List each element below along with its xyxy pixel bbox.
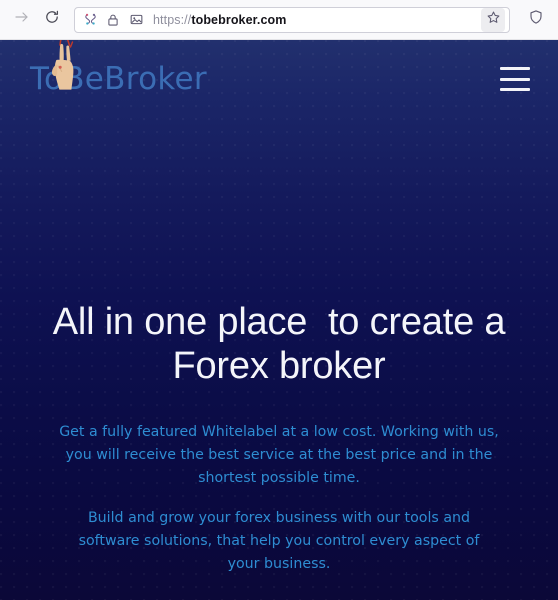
page-viewport: ToBeBroker All in one place to create a … (0, 40, 558, 600)
tracking-protection-icon[interactable] (81, 11, 99, 29)
hero-paragraph-1: Get a fully featured Whitelabel at a low… (59, 424, 499, 487)
site-header: ToBeBroker (0, 40, 558, 118)
hero-paragraph-2: Build and grow your forex business with … (78, 510, 480, 573)
hamburger-line-2 (500, 77, 530, 81)
url-scheme: https:// (153, 12, 192, 27)
reload-icon (44, 9, 60, 30)
browser-toolbar: https://tobebroker.com (0, 0, 558, 40)
forward-button[interactable] (8, 6, 36, 34)
hamburger-menu-button[interactable] (500, 67, 530, 91)
bookmark-button[interactable] (481, 7, 505, 32)
url-host: tobebroker.com (191, 12, 287, 27)
shield-icon (528, 9, 544, 30)
star-bookmark-icon (486, 10, 501, 30)
site-logo[interactable]: ToBeBroker (30, 40, 207, 110)
hamburger-line-1 (500, 67, 530, 70)
reload-button[interactable] (38, 6, 66, 34)
image-permission-icon[interactable] (127, 11, 145, 29)
shield-button[interactable] (522, 6, 550, 34)
hero-section: All in one place to create a Forex broke… (0, 300, 558, 600)
forward-arrow-icon (14, 9, 30, 30)
padlock-icon[interactable] (104, 11, 122, 29)
logo-text: ToBeBroker (30, 60, 207, 97)
hamburger-line-3 (500, 88, 530, 91)
url-text[interactable]: https://tobebroker.com (150, 13, 474, 27)
address-bar[interactable]: https://tobebroker.com (74, 6, 510, 33)
page-title: All in one place to create a Forex broke… (52, 301, 516, 388)
